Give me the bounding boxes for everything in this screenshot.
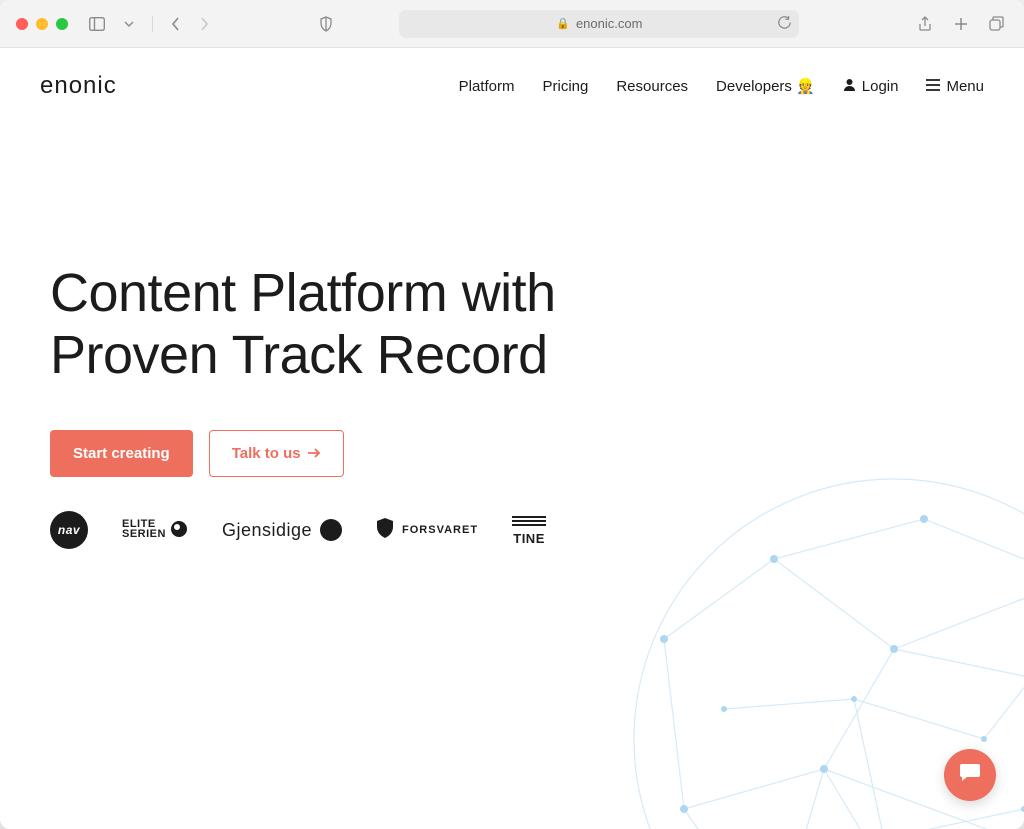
site-header: enonic Platform Pricing Resources Develo…	[0, 48, 1024, 112]
main-nav: Platform Pricing Resources Developers 👷 …	[459, 77, 984, 95]
nav-resources[interactable]: Resources	[616, 78, 688, 95]
url-text: enonic.com	[576, 16, 642, 31]
minimize-window-button[interactable]	[36, 18, 48, 30]
cta-row: Start creating Talk to us	[50, 430, 974, 477]
browser-toolbar: 🔒 enonic.com	[0, 0, 1024, 48]
new-tab-icon[interactable]	[950, 13, 972, 35]
back-button[interactable]	[165, 13, 187, 35]
arrow-right-icon	[307, 445, 321, 462]
forward-button[interactable]	[193, 13, 215, 35]
nav-developers[interactable]: Developers 👷	[716, 77, 815, 95]
traffic-lights	[16, 18, 68, 30]
address-bar[interactable]: 🔒 enonic.com	[399, 10, 799, 38]
page-content: enonic Platform Pricing Resources Develo…	[0, 48, 1024, 829]
browser-window: 🔒 enonic.com enonic Platform Pricing	[0, 0, 1024, 829]
circle-icon	[320, 519, 342, 541]
ball-icon	[170, 520, 188, 540]
sidebar-toggle-icon[interactable]	[86, 13, 108, 35]
client-logo-gjensidige: Gjensidige	[222, 519, 342, 541]
toolbar-divider	[152, 16, 153, 32]
chat-icon	[958, 760, 982, 790]
chat-button[interactable]	[944, 749, 996, 801]
client-logo-eliteserien: ELITE SERIEN	[122, 520, 188, 540]
talk-to-us-button[interactable]: Talk to us	[209, 430, 344, 477]
client-logo-tine: TINE	[512, 516, 546, 545]
shield-icon	[376, 518, 394, 543]
nav-menu[interactable]: Menu	[926, 78, 984, 95]
share-icon[interactable]	[914, 13, 936, 35]
client-logo-nav: nav	[50, 511, 88, 549]
tabs-overview-icon[interactable]	[986, 13, 1008, 35]
user-icon	[843, 78, 856, 94]
hamburger-icon	[926, 78, 940, 94]
nav-pricing[interactable]: Pricing	[542, 78, 588, 95]
bars-icon	[512, 516, 546, 526]
site-logo[interactable]: enonic	[40, 72, 117, 100]
refresh-icon[interactable]	[778, 16, 791, 32]
nav-login[interactable]: Login	[843, 78, 899, 95]
client-logo-forsvaret: FORSVARET	[376, 518, 478, 543]
close-window-button[interactable]	[16, 18, 28, 30]
chevron-down-icon[interactable]	[118, 13, 140, 35]
maximize-window-button[interactable]	[56, 18, 68, 30]
hero-section: Content Platform with Proven Track Recor…	[0, 112, 1024, 579]
hero-title: Content Platform with Proven Track Recor…	[50, 262, 974, 386]
start-creating-button[interactable]: Start creating	[50, 430, 193, 477]
lock-icon: 🔒	[556, 17, 570, 30]
nav-platform[interactable]: Platform	[459, 78, 515, 95]
privacy-shield-icon[interactable]	[315, 13, 337, 35]
client-logos: nav ELITE SERIEN Gjensidige	[50, 511, 974, 549]
